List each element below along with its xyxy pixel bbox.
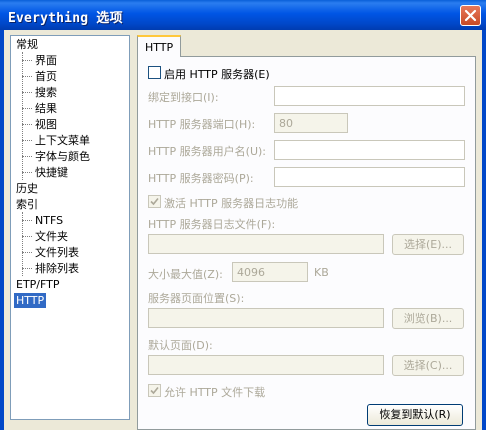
tree-line <box>22 52 23 180</box>
bind-interface-label: 绑定到接口(I): <box>148 91 219 104</box>
log-enable-label[interactable]: 激活 HTTP 服务器日志功能 <box>164 195 298 211</box>
tree-line <box>22 212 23 276</box>
enable-http-checkbox[interactable] <box>148 66 161 79</box>
checkmark-icon <box>150 197 159 206</box>
default-page-browse-button[interactable]: 选择(C)... <box>392 355 464 376</box>
port-label: HTTP 服务器端口(H): <box>148 118 256 131</box>
tab-http-label: HTTP <box>145 41 174 54</box>
tree-item-search[interactable]: 搜索 <box>33 85 59 100</box>
bind-interface-field[interactable] <box>274 86 465 106</box>
window-border-right <box>482 30 486 430</box>
max-size-unit: KB <box>314 266 329 279</box>
log-enable-checkbox[interactable] <box>148 195 161 208</box>
window-border-left <box>0 30 4 430</box>
tree-item-home[interactable]: 首页 <box>33 69 59 84</box>
tree-item-folders[interactable]: 文件夹 <box>33 229 70 244</box>
options-tree[interactable]: 常规 界面 首页 搜索 结果 视图 上下文菜单 字体与颜色 快捷键 历史 索引 … <box>10 35 130 420</box>
allow-download-label[interactable]: 允许 HTTP 文件下载 <box>164 384 265 400</box>
max-size-label: 大小最大值(Z): <box>148 268 223 281</box>
username-label: HTTP 服务器用户名(U): <box>148 145 266 158</box>
close-icon <box>464 9 477 22</box>
tree-line <box>22 140 32 141</box>
window-title: Everything 选项 <box>8 11 123 26</box>
default-page-field[interactable] <box>148 355 384 375</box>
tree-item-context-menu[interactable]: 上下文菜单 <box>33 133 92 148</box>
page-location-label: 服务器页面位置(S): <box>148 292 245 305</box>
tree-item-file-lists[interactable]: 文件列表 <box>33 245 81 260</box>
page-location-field[interactable] <box>148 308 384 328</box>
password-label: HTTP 服务器密码(P): <box>148 172 254 185</box>
enable-http-label[interactable]: 启用 HTTP 服务器(E) <box>164 66 270 82</box>
tree-item-interface[interactable]: 界面 <box>33 53 59 68</box>
username-field[interactable] <box>274 140 465 160</box>
tree-line <box>22 76 32 77</box>
allow-download-checkbox[interactable] <box>148 384 161 397</box>
tree-item-history[interactable]: 历史 <box>14 181 40 196</box>
tree-item-keyboard[interactable]: 快捷键 <box>33 165 70 180</box>
default-page-label: 默认页面(D): <box>148 339 213 352</box>
tree-item-indexes[interactable]: 索引 <box>14 197 40 212</box>
tree-line <box>22 156 32 157</box>
tab-http[interactable]: HTTP <box>137 35 181 57</box>
tree-item-exclude[interactable]: 排除列表 <box>33 261 81 276</box>
tree-line <box>22 108 32 109</box>
tree-line <box>22 124 32 125</box>
restore-defaults-button[interactable]: 恢复到默认(R) <box>367 404 463 426</box>
tree-line <box>22 268 32 269</box>
log-file-field[interactable] <box>148 234 384 254</box>
tree-line <box>22 236 32 237</box>
tree-item-results[interactable]: 结果 <box>33 101 59 116</box>
tree-item-fonts-colors[interactable]: 字体与颜色 <box>33 149 92 164</box>
log-file-label: HTTP 服务器日志文件(F): <box>148 218 276 231</box>
max-size-field[interactable]: 4096 <box>232 262 308 282</box>
tree-line <box>22 252 32 253</box>
tree-item-etp-ftp[interactable]: ETP/FTP <box>14 277 62 292</box>
tree-item-ntfs[interactable]: NTFS <box>33 213 65 228</box>
port-field[interactable]: 80 <box>274 113 348 133</box>
tree-line <box>22 172 32 173</box>
log-file-browse-button[interactable]: 选择(E)... <box>392 234 464 255</box>
tree-line <box>22 220 32 221</box>
checkmark-icon <box>150 386 159 395</box>
page-location-browse-button[interactable]: 浏览(B)... <box>392 308 464 329</box>
tree-item-view[interactable]: 视图 <box>33 117 59 132</box>
tree-item-http[interactable]: HTTP <box>14 293 47 308</box>
password-field[interactable] <box>274 167 465 187</box>
title-bar[interactable]: Everything 选项 <box>0 0 486 30</box>
tree-line <box>22 60 32 61</box>
tree-line <box>22 92 32 93</box>
close-button[interactable] <box>460 5 481 26</box>
tree-item-general[interactable]: 常规 <box>14 37 40 52</box>
